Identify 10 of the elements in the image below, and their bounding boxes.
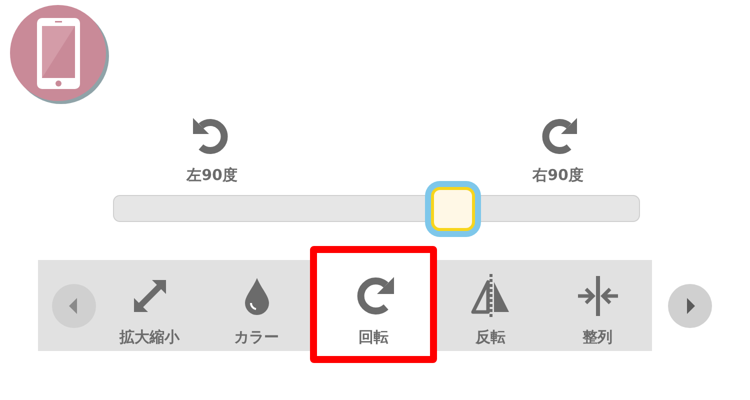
toolbar-item[interactable]: 回転 — [310, 246, 437, 363]
toolbar-item[interactable]: 反転 — [437, 260, 544, 351]
toolbar-item[interactable]: 拡大縮小 — [96, 260, 203, 351]
rotate-right-label: 右90度 — [532, 166, 584, 185]
toolbar-item[interactable]: 整列 — [544, 260, 651, 351]
next-button[interactable] — [668, 284, 712, 328]
toolbar-item[interactable]: カラー — [203, 260, 310, 351]
previous-button[interactable] — [52, 284, 96, 328]
rotate-left-label: 左90度 — [186, 166, 238, 185]
phone-icon — [10, 5, 110, 105]
